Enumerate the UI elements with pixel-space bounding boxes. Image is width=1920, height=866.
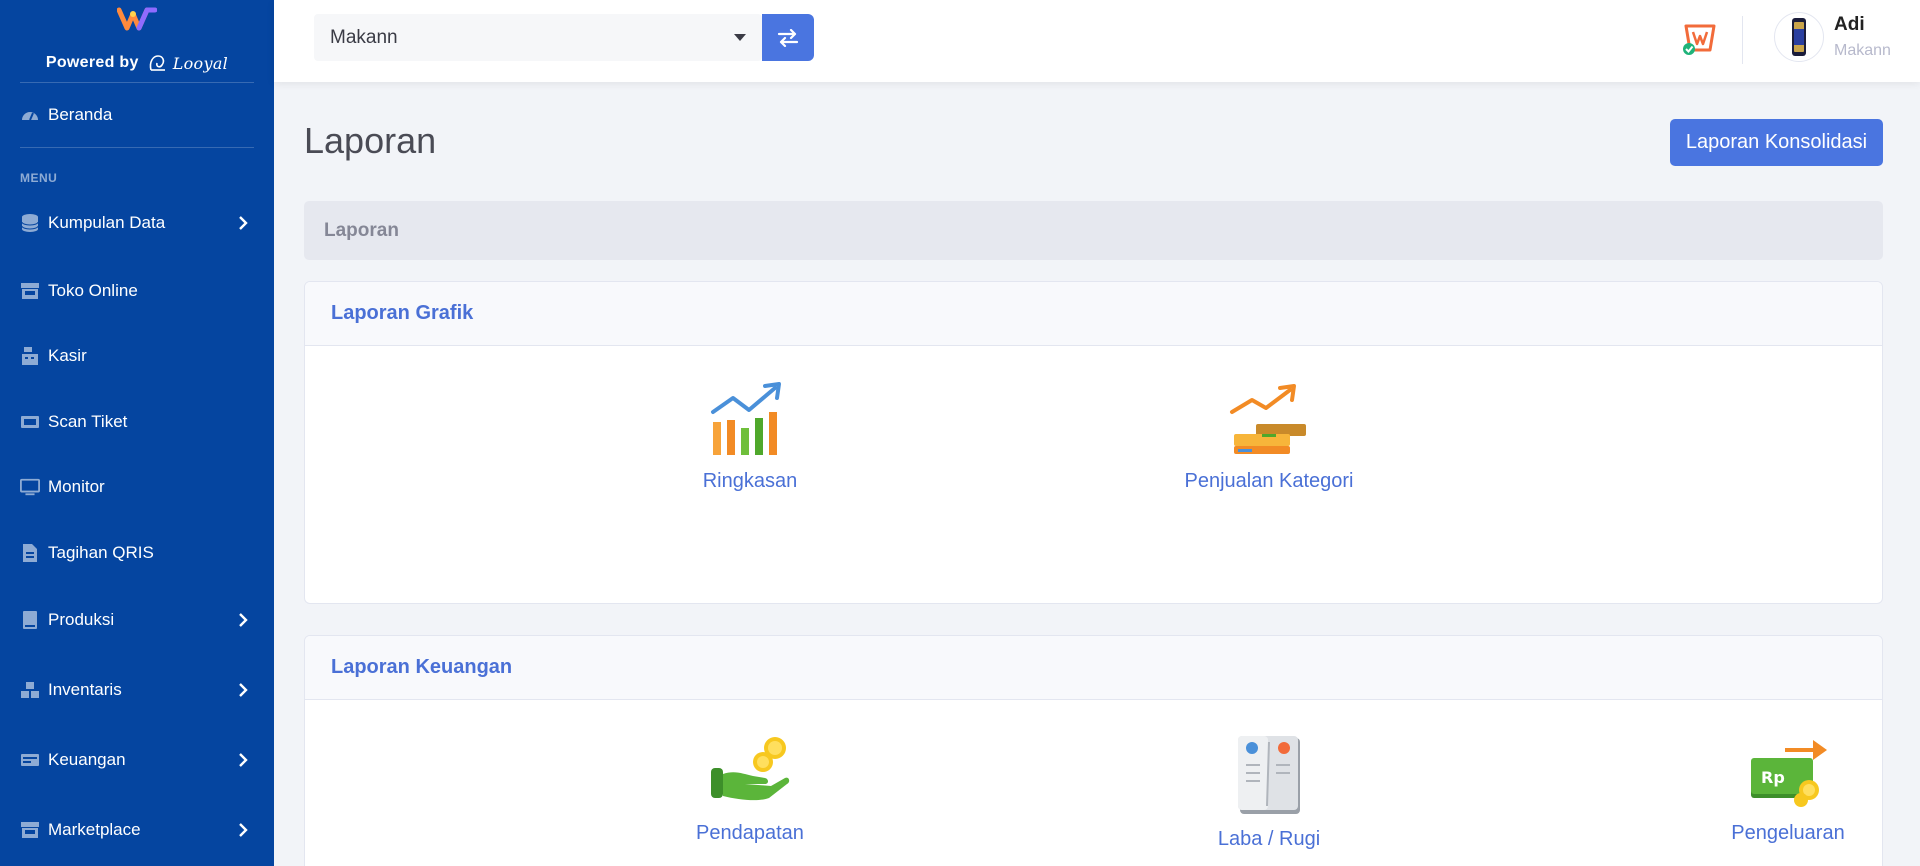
sidebar-item-label: Tagihan QRIS	[48, 543, 154, 562]
app-logo-icon[interactable]	[117, 4, 157, 32]
tile-pengeluaran[interactable]: Rp Pengeluaran	[1658, 734, 1882, 845]
sidebar-item-label: Produksi	[48, 610, 115, 629]
store-icon	[20, 281, 40, 301]
sidebar-item-label: Marketplace	[48, 820, 141, 839]
boxes-icon	[20, 680, 40, 700]
growth-chart-icon	[711, 382, 781, 455]
tile-label: Penjualan Kategori	[1184, 470, 1354, 492]
dashboard-icon	[20, 105, 40, 125]
chevron-right-icon	[239, 823, 248, 837]
divider	[20, 82, 254, 83]
looyal-wordmark: Looyal	[172, 53, 229, 73]
sidebar-item-label: Kasir	[48, 346, 87, 365]
chevron-right-icon	[239, 753, 248, 767]
caret-down-icon	[734, 34, 746, 41]
money-icon	[20, 750, 40, 770]
user-store: Makann	[1834, 42, 1891, 59]
store-icon	[20, 820, 40, 840]
avatar[interactable]	[1774, 12, 1824, 62]
store-select-value: Makann	[330, 26, 398, 48]
laporan-keuangan-card: Laporan Keuangan Pendapatan Laba / Rugi	[304, 635, 1883, 866]
ticket-icon	[20, 412, 40, 432]
tile-laba-rugi[interactable]: Laba / Rugi	[1139, 734, 1399, 851]
breadcrumb-item: Laporan	[324, 219, 399, 241]
sidebar-item-marketplace[interactable]: Marketplace	[0, 810, 274, 850]
sales-category-icon	[1230, 384, 1306, 454]
chevron-right-icon	[239, 683, 248, 697]
looyal-logo: Looyal	[147, 52, 228, 74]
sidebar-item-inventaris[interactable]: Inventaris	[0, 670, 274, 710]
breadcrumb: Laporan	[304, 201, 1883, 260]
sidebar-item-produksi[interactable]: Produksi	[0, 600, 274, 640]
database-icon	[20, 213, 40, 233]
switch-store-button[interactable]	[762, 14, 814, 61]
brand: Powered by Looyal	[0, 0, 274, 83]
sidebar: Powered by Looyal Beranda MENU Kumpulan …	[0, 0, 274, 866]
monitor-icon	[20, 477, 40, 497]
swap-arrows-icon	[777, 28, 799, 47]
tile-label: Pengeluaran	[1731, 822, 1845, 844]
powered-by: Powered by Looyal	[0, 52, 274, 74]
tile-label: Laba / Rugi	[1217, 828, 1321, 850]
sidebar-item-kasir[interactable]: Kasir	[0, 336, 274, 376]
laporan-grafik-card: Laporan Grafik Ringkasan Penjualan Kateg…	[304, 281, 1883, 604]
sidebar-item-label: Monitor	[48, 477, 105, 496]
sidebar-item-label: Kumpulan Data	[48, 213, 166, 232]
store-select[interactable]: Makann	[314, 14, 762, 61]
sidebar-item-label: Scan Tiket	[48, 412, 128, 431]
tile-penjualan-kategori[interactable]: Penjualan Kategori	[1139, 382, 1399, 493]
verified-store-icon[interactable]	[1680, 18, 1720, 58]
user-name[interactable]: Adi	[1834, 14, 1865, 36]
divider	[20, 147, 254, 148]
tile-label: Ringkasan	[702, 470, 798, 492]
user-avatar-icon	[1792, 18, 1806, 56]
page-title: Laporan	[304, 120, 437, 161]
sidebar-item-label: Keuangan	[48, 750, 126, 769]
card-title: Laporan Grafik	[305, 282, 1882, 346]
currency-badge: Rp	[1761, 768, 1785, 787]
divider	[1742, 16, 1743, 64]
ledger-book-icon	[1238, 736, 1300, 814]
book-icon	[20, 610, 40, 630]
tile-label: Pendapatan	[696, 822, 804, 844]
sidebar-item-label: Beranda	[48, 105, 113, 124]
topbar: Makann Adi Makann	[274, 0, 1920, 82]
tile-pendapatan[interactable]: Pendapatan	[620, 734, 880, 845]
sidebar-item-scan-tiket[interactable]: Scan Tiket	[0, 402, 274, 442]
expense-money-icon: Rp	[1751, 740, 1827, 807]
sidebar-item-keuangan[interactable]: Keuangan	[0, 740, 274, 780]
sidebar-item-label: Inventaris	[48, 680, 122, 699]
laporan-konsolidasi-button[interactable]: Laporan Konsolidasi	[1670, 119, 1883, 166]
sidebar-item-monitor[interactable]: Monitor	[0, 467, 274, 507]
invoice-icon	[20, 543, 40, 563]
tile-ringkasan[interactable]: Ringkasan	[620, 382, 880, 493]
menu-heading: MENU	[20, 171, 58, 185]
looyal-icon	[149, 55, 165, 71]
sidebar-item-tagihan-qris[interactable]: Tagihan QRIS	[0, 533, 274, 573]
sidebar-item-label: Toko Online	[48, 281, 138, 300]
card-title: Laporan Keuangan	[305, 636, 1882, 700]
sidebar-item-beranda[interactable]: Beranda	[0, 95, 274, 135]
income-hand-icon	[711, 737, 790, 801]
chevron-right-icon	[239, 216, 248, 230]
powered-by-label: Powered by	[45, 54, 139, 71]
sidebar-item-toko-online[interactable]: Toko Online	[0, 271, 274, 311]
cash-register-icon	[20, 346, 40, 366]
sidebar-item-kumpulan-data[interactable]: Kumpulan Data	[0, 203, 274, 243]
chevron-right-icon	[239, 613, 248, 627]
